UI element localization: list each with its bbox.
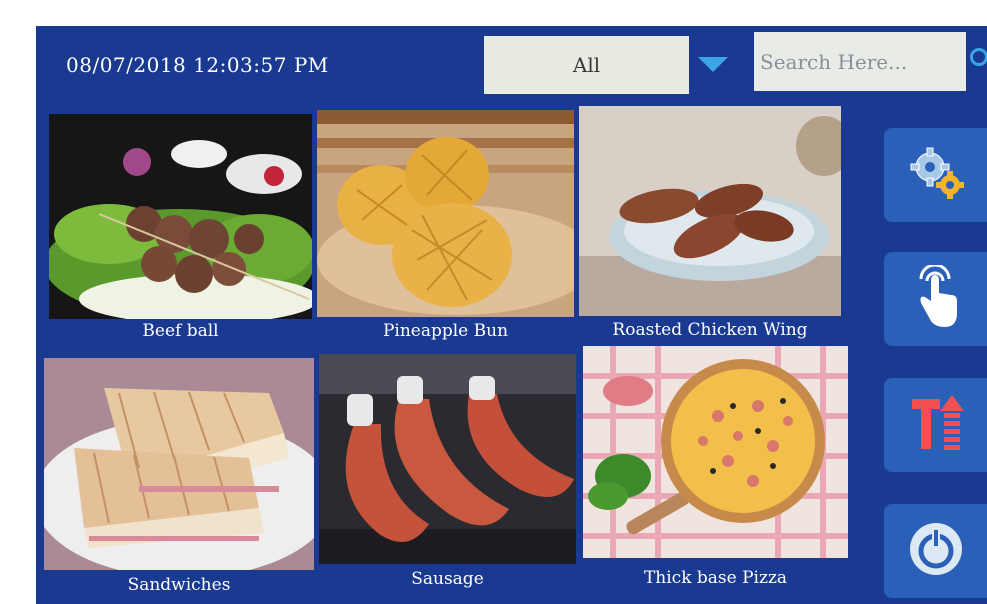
menu-item-roasted-chicken-wing[interactable]: Roasted Chicken Wing: [579, 106, 841, 346]
menu-item-sandwiches[interactable]: Sandwiches: [44, 358, 314, 604]
menu-item-label: Pineapple Bun: [382, 321, 509, 341]
roasted-chicken-wing-image: [579, 106, 841, 316]
sausage-image: [319, 354, 576, 564]
settings-button[interactable]: [884, 128, 987, 222]
chevron-down-icon[interactable]: [698, 57, 728, 72]
menu-item-label: Beef ball: [142, 321, 219, 341]
text-size-icon: [906, 391, 966, 459]
beef-ball-image: [49, 114, 312, 319]
search-input[interactable]: [754, 32, 966, 91]
touch-hand-icon: [911, 263, 961, 333]
menu-item-label: Roasted Chicken Wing: [612, 320, 808, 340]
menu-item-label: Sandwiches: [127, 575, 231, 595]
thick-base-pizza-image: [583, 346, 848, 558]
menu-item-label: Thick base Pizza: [643, 568, 788, 588]
datetime-display: 08/07/2018 12:03:57 PM: [66, 53, 329, 77]
text-size-button[interactable]: [884, 378, 987, 472]
menu-item-thick-base-pizza[interactable]: Thick base Pizza: [583, 346, 848, 604]
menu-item-pineapple-bun[interactable]: Pineapple Bun: [317, 110, 574, 346]
search-icon[interactable]: [970, 48, 987, 66]
power-icon: [907, 520, 965, 582]
sandwiches-image: [44, 358, 314, 570]
power-button[interactable]: [884, 504, 987, 598]
pos-screen: 08/07/2018 12:03:57 PM All Search Here..…: [36, 26, 987, 604]
menu-item-sausage[interactable]: Sausage: [319, 354, 576, 604]
menu-item-beef-ball[interactable]: Beef ball: [49, 114, 312, 346]
touch-button[interactable]: [884, 252, 987, 346]
category-dropdown-value: All: [572, 53, 601, 77]
pineapple-bun-image: [317, 110, 574, 317]
gears-icon: [906, 145, 966, 205]
category-dropdown[interactable]: All: [484, 36, 689, 94]
menu-item-label: Sausage: [411, 569, 484, 589]
